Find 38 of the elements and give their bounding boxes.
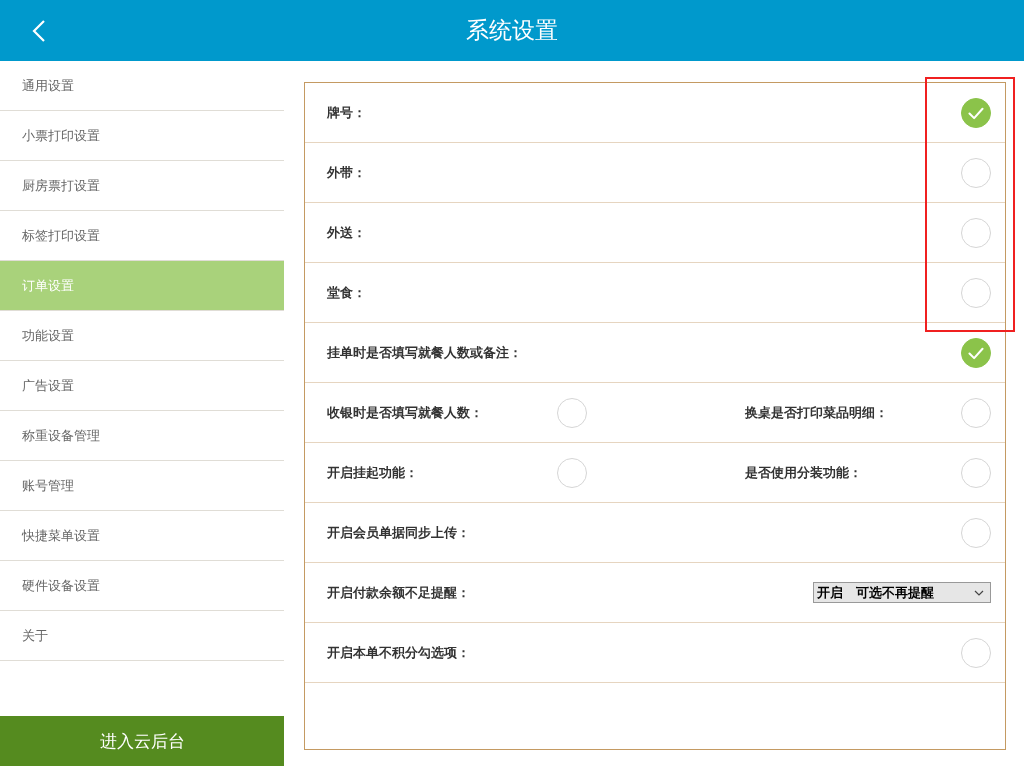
- setting-label: 堂食：: [327, 283, 366, 302]
- setting-label: 开启付款余额不足提醒：: [327, 583, 470, 602]
- sidebar-item[interactable]: 功能设置: [0, 311, 284, 361]
- setting-label: 外带：: [327, 163, 366, 182]
- unchecked-toggle[interactable]: [961, 157, 991, 188]
- unchecked-toggle[interactable]: [557, 397, 587, 428]
- back-icon[interactable]: [32, 18, 46, 43]
- page-title: 系统设置: [466, 16, 558, 45]
- sidebar-item[interactable]: 关于: [0, 611, 284, 661]
- setting-label: 挂单时是否填写就餐人数或备注：: [327, 343, 522, 362]
- setting-label: 开启本单不积分勾选项：: [327, 643, 470, 662]
- sidebar-item[interactable]: 小票打印设置: [0, 111, 284, 161]
- unchecked-toggle[interactable]: [961, 217, 991, 248]
- unchecked-toggle[interactable]: [961, 457, 991, 488]
- setting-label: 开启挂起功能：: [327, 463, 418, 482]
- setting-label: 收银时是否填写就餐人数：: [327, 403, 483, 422]
- checked-toggle[interactable]: [961, 337, 991, 368]
- setting-label: 开启会员单据同步上传：: [327, 523, 470, 542]
- sidebar-item[interactable]: 账号管理: [0, 461, 284, 511]
- unchecked-toggle[interactable]: [961, 637, 991, 668]
- checked-toggle[interactable]: [961, 97, 991, 128]
- sidebar-item[interactable]: 广告设置: [0, 361, 284, 411]
- setting-label: 换桌是否打印菜品明细：: [745, 403, 888, 422]
- sidebar-item[interactable]: 硬件设备设置: [0, 561, 284, 611]
- sidebar-item[interactable]: 快捷菜单设置: [0, 511, 284, 561]
- sidebar-item[interactable]: 通用设置: [0, 61, 284, 111]
- unchecked-toggle[interactable]: [961, 397, 991, 428]
- reminder-dropdown[interactable]: 开启 可选不再提醒: [813, 582, 991, 603]
- unchecked-toggle[interactable]: [961, 277, 991, 308]
- setting-label: 是否使用分装功能：: [745, 463, 862, 482]
- unchecked-toggle[interactable]: [961, 517, 991, 548]
- chevron-down-icon: [974, 589, 984, 596]
- sidebar-item[interactable]: 称重设备管理: [0, 411, 284, 461]
- setting-label: 牌号：: [327, 103, 366, 122]
- setting-label: 外送：: [327, 223, 366, 242]
- enter-cloud-button[interactable]: 进入云后台: [0, 716, 284, 766]
- unchecked-toggle[interactable]: [557, 457, 587, 488]
- sidebar-item[interactable]: 厨房票打设置: [0, 161, 284, 211]
